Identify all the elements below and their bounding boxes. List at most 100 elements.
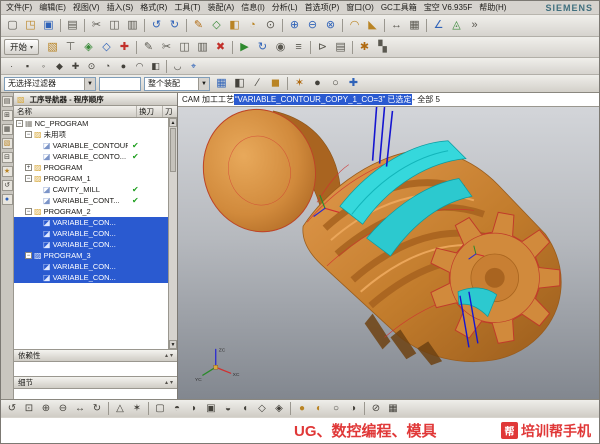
tree-row[interactable]: ◪VARIABLE_CON... [14, 239, 168, 250]
tree-row[interactable]: −▨PROGRAM_1 [14, 173, 168, 184]
tangent-snap-icon[interactable]: ◡ [170, 60, 185, 73]
viewport-3d[interactable]: XC YC ZC [178, 107, 599, 399]
scroll-up-icon[interactable]: ▲ [169, 118, 177, 127]
move-object-icon[interactable]: ↔ [388, 18, 405, 34]
measure-icon[interactable]: ∠ [430, 18, 447, 34]
create-method-icon[interactable]: ◇ [98, 39, 115, 55]
select-edge-icon[interactable]: ∕ [249, 76, 266, 92]
reuse-library-icon[interactable]: ★ [2, 166, 13, 177]
print-icon[interactable]: ▤ [64, 18, 81, 34]
expand-icon[interactable]: + [25, 164, 32, 171]
menu-item[interactable]: 插入(S) [106, 2, 135, 13]
studio-render-icon[interactable]: ◑ [345, 402, 361, 416]
shop-documentation-icon[interactable]: ▤ [332, 39, 349, 55]
point-on-surface-icon[interactable]: ◧ [148, 60, 163, 73]
collapse-up-icon[interactable]: ▴ [165, 379, 168, 386]
dependencies-panel-header[interactable]: 依赖性 ▴▾ [14, 349, 177, 362]
menu-item[interactable]: 信息(I) [240, 2, 266, 13]
snap-point-icon[interactable]: ∙ [4, 60, 19, 73]
zoom-in-icon[interactable]: ⊕ [38, 402, 54, 416]
datum-plane-icon[interactable]: ◇ [208, 18, 225, 34]
column-header[interactable]: 名称 [14, 106, 137, 117]
paste-icon[interactable]: ▥ [124, 18, 141, 34]
perspective-view-icon[interactable]: △ [112, 402, 128, 416]
rotate-view-icon[interactable]: ↻ [89, 402, 105, 416]
constraint-navigator-icon[interactable]: ⊞ [2, 110, 13, 121]
post-process-icon[interactable]: ⊳ [314, 39, 331, 55]
scrollbar-thumb[interactable] [170, 128, 176, 172]
create-operation-icon[interactable]: ✚ [116, 39, 133, 55]
end-point-icon[interactable]: ▪ [20, 60, 35, 73]
details-panel-header[interactable]: 细节 ▴▾ [14, 376, 177, 389]
extrude-icon[interactable]: ◧ [226, 18, 243, 34]
collapse-icon[interactable]: − [16, 120, 23, 127]
tree-row[interactable]: ◪VARIABLE_CONTO...✔ [14, 151, 168, 162]
intersection-point-icon[interactable]: ✚ [68, 60, 83, 73]
edge-blend-icon[interactable]: ◠ [346, 18, 363, 34]
clip-section-icon[interactable]: ⊘ [368, 402, 384, 416]
top-view-icon[interactable]: ◓ [169, 402, 185, 416]
menu-item[interactable]: 宝空 V6.935F [423, 2, 473, 13]
delete-object-icon[interactable]: ✖ [212, 39, 229, 55]
tree-row[interactable]: +▨PROGRAM [14, 162, 168, 173]
column-header[interactable]: 换刀 [137, 106, 163, 117]
quadrant-point-icon[interactable]: ◔ [100, 60, 115, 73]
point-on-curve-icon[interactable]: ◠ [132, 60, 147, 73]
refresh-view-icon[interactable]: ↺ [4, 402, 20, 416]
start-menu-button[interactable]: 开始 ▾ [4, 39, 39, 55]
left-view-icon[interactable]: ◖ [237, 402, 253, 416]
operation-navigator-toggle-icon[interactable]: ▚ [374, 39, 391, 55]
tree-row[interactable]: ◪VARIABLE_CON... [14, 261, 168, 272]
hole-icon[interactable]: ⊙ [262, 18, 279, 34]
save-icon[interactable]: ▣ [40, 18, 57, 34]
roles-palette-icon[interactable]: ● [2, 194, 13, 205]
arc-center-icon[interactable]: ⊙ [84, 60, 99, 73]
create-tool-icon[interactable]: ⊤ [62, 39, 79, 55]
hide-object-icon[interactable]: ● [309, 76, 326, 92]
replay-toolpath-icon[interactable]: ↻ [254, 39, 271, 55]
show-object-icon[interactable]: ○ [327, 76, 344, 92]
paste-object-icon[interactable]: ▥ [194, 39, 211, 55]
tree-row[interactable]: −▨PROGRAM_3 [14, 250, 168, 261]
select-body-icon[interactable]: ◼ [267, 76, 284, 92]
tree-row[interactable]: −▨PROGRAM_2 [14, 206, 168, 217]
menu-item[interactable]: 帮助(H) [478, 2, 507, 13]
menu-item[interactable]: 首选项(P) [304, 2, 341, 13]
bottom-view-icon[interactable]: ◒ [220, 402, 236, 416]
tree-row[interactable]: −▨未用项 [14, 129, 168, 140]
zoom-out-icon[interactable]: ⊖ [55, 402, 71, 416]
list-toolpath-icon[interactable]: ≡ [290, 39, 307, 55]
menu-item[interactable]: 格式(R) [139, 2, 168, 13]
highlight-icon[interactable]: ✶ [291, 76, 308, 92]
select-face-icon[interactable]: ◧ [231, 76, 248, 92]
fit-view-icon[interactable]: ⊡ [21, 402, 37, 416]
snapshot-icon[interactable]: ✶ [129, 402, 145, 416]
select-all-icon[interactable]: ▦ [213, 76, 230, 92]
revolve-icon[interactable]: ◔ [244, 18, 261, 34]
menu-item[interactable]: GC工具箱 [380, 2, 418, 13]
selection-scope-combo[interactable]: 整个装配 ▼ [144, 77, 210, 91]
open-icon[interactable]: ◳ [22, 18, 39, 34]
window-layout-icon[interactable]: ▦ [385, 402, 401, 416]
subtract-icon[interactable]: ⊖ [304, 18, 321, 34]
copy-object-icon[interactable]: ◫ [176, 39, 193, 55]
cut-object-icon[interactable]: ✂ [158, 39, 175, 55]
trimetric-view-icon[interactable]: ◈ [271, 402, 287, 416]
copy-icon[interactable]: ◫ [106, 18, 123, 34]
tree-row[interactable]: −▦NC_PROGRAM [14, 118, 168, 129]
collapse-up-icon[interactable]: ▴ [165, 352, 168, 359]
right-view-icon[interactable]: ◗ [186, 402, 202, 416]
collapse-down-icon[interactable]: ▾ [170, 352, 173, 359]
scrollbar-track[interactable] [169, 127, 177, 340]
column-header[interactable]: 刀 [163, 106, 177, 117]
wcs-dynamics-icon[interactable]: ✚ [345, 76, 362, 92]
intersect-icon[interactable]: ⊗ [322, 18, 339, 34]
enable-snap-icon[interactable]: ⌖ [186, 60, 201, 73]
chamfer-icon[interactable]: ◣ [364, 18, 381, 34]
sketch-icon[interactable]: ✎ [190, 18, 207, 34]
menu-item[interactable]: 分析(L) [271, 2, 299, 13]
back-view-icon[interactable]: ▣ [203, 402, 219, 416]
collapse-icon[interactable]: − [25, 175, 32, 182]
verify-toolpath-icon[interactable]: ◉ [272, 39, 289, 55]
cut-icon[interactable]: ✂ [88, 18, 105, 34]
